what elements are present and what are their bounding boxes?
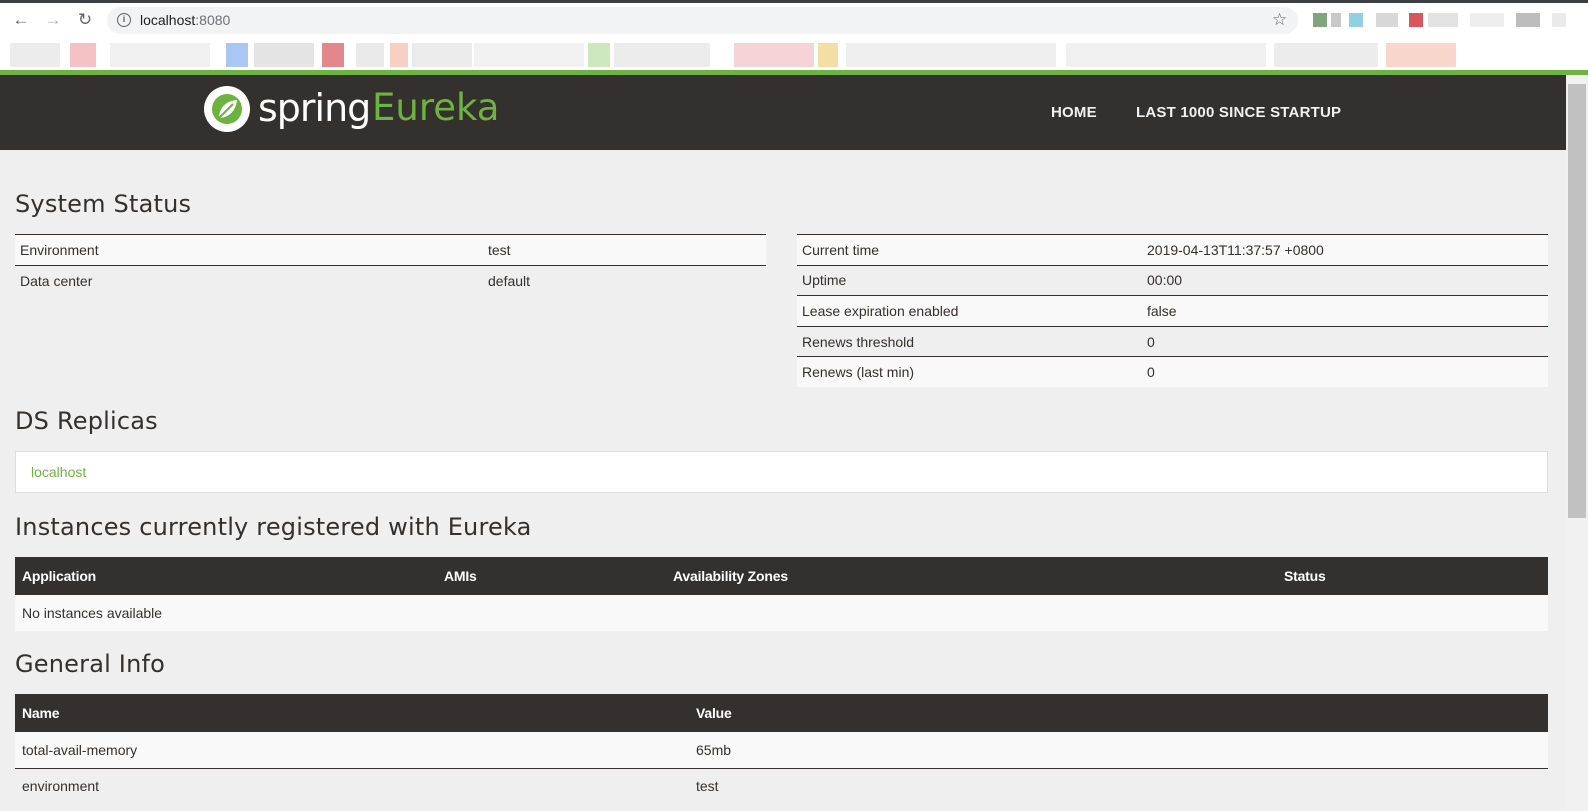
column-header-availability-zones: Availability Zones [666,557,1277,595]
info-name: environment [15,768,689,804]
general-info-heading: General Info [15,650,166,678]
extension-icon[interactable] [1409,13,1423,27]
table-header-row: Name Value [15,694,1548,732]
status-row: Uptime 00:00 [797,264,1548,296]
bookmark-item[interactable] [322,43,344,67]
url-port: :8080 [195,12,231,28]
brand-eureka[interactable]: Eureka [372,86,499,129]
bookmark-item[interactable] [1274,43,1378,67]
status-label: Renews (last min) [797,356,1142,388]
bookmark-item[interactable] [1066,43,1266,67]
table-row: total-avail-memory 65mb [15,732,1548,769]
bookmark-item[interactable] [412,43,472,67]
ds-replicas-list: localhost [15,451,1548,493]
table-header-row: Application AMIs Availability Zones Stat… [15,557,1548,595]
status-row: Environment test [15,234,766,266]
status-row: Renews (last min) 0 [797,356,1548,388]
status-label: Current time [797,234,1142,266]
column-header-value: Value [689,694,1548,732]
url-host: localhost [140,12,196,28]
extension-icon[interactable] [1349,13,1363,27]
extension-icon[interactable] [1331,13,1341,27]
scrollbar-thumb[interactable] [1568,84,1586,518]
extension-icon[interactable] [1428,13,1458,27]
status-label: Renews threshold [797,325,1142,357]
status-value: 2019-04-13T11:37:57 +0800 [1142,234,1548,266]
status-row: Lease expiration enabled false [797,295,1548,327]
extension-icon[interactable] [1470,13,1504,27]
browser-tab-strip [0,0,1588,3]
status-label: Data center [15,264,483,296]
bookmark-item[interactable] [10,43,60,67]
no-instances-text: No instances available [15,595,1548,631]
bookmark-item[interactable] [614,43,710,67]
general-info-table: Name Value total-avail-memory 65mb envir… [15,694,1548,804]
ds-replicas-heading: DS Replicas [15,407,158,435]
bookmark-item[interactable] [390,43,408,67]
back-arrow-icon[interactable]: ← [12,11,30,29]
menu-icon[interactable] [1516,13,1540,27]
bookmark-item[interactable] [818,43,838,67]
bookmark-star-icon[interactable]: ☆ [1272,10,1287,30]
bookmarks-bar [0,40,1588,70]
bookmark-item[interactable] [1386,43,1456,67]
bookmark-item[interactable] [356,43,384,67]
leaf-icon [212,94,242,124]
bookmark-item[interactable] [110,43,210,67]
url-text[interactable]: localhost:8080 [140,12,230,28]
extension-icon[interactable] [1376,13,1398,27]
status-label: Lease expiration enabled [797,295,1142,327]
column-header-status: Status [1277,557,1548,595]
extension-icon[interactable] [1313,13,1327,27]
nav-home-link[interactable]: HOME [1051,104,1097,121]
column-header-application: Application [15,557,437,595]
system-status-left-table: Environment test Data center default [15,234,766,296]
address-bar[interactable] [107,7,1298,34]
status-label: Environment [15,234,483,266]
forward-arrow-icon[interactable]: → [44,11,62,29]
instances-table: Application AMIs Availability Zones Stat… [15,557,1548,631]
bookmark-item[interactable] [254,43,314,67]
column-header-name: Name [15,694,689,732]
table-row: No instances available [15,595,1548,631]
bookmark-item[interactable] [734,43,814,67]
site-info-icon[interactable]: i [117,13,131,27]
status-row: Current time 2019-04-13T11:37:57 +0800 [797,234,1548,266]
status-value: test [483,234,766,266]
status-value: 00:00 [1142,264,1548,296]
brand-spring[interactable]: spring [258,86,371,130]
replica-link-localhost[interactable]: localhost [31,464,86,480]
bookmark-item[interactable] [70,43,96,67]
info-value: 65mb [689,732,1548,769]
status-row: Renews threshold 0 [797,325,1548,357]
instances-heading: Instances currently registered with Eure… [15,513,532,541]
reload-icon[interactable]: ↻ [76,11,94,29]
status-label: Uptime [797,264,1142,296]
table-row: environment test [15,768,1548,804]
status-value: default [483,264,766,296]
status-value: 0 [1142,325,1548,357]
bookmark-item[interactable] [474,43,584,67]
system-status-heading: System Status [15,190,192,218]
status-value: 0 [1142,356,1548,388]
extension-icon[interactable] [1552,13,1566,27]
info-value: test [689,768,1548,804]
status-value: false [1142,295,1548,327]
info-name: total-avail-memory [15,732,689,769]
status-row: Data center default [15,264,766,296]
bookmark-item[interactable] [846,43,1056,67]
bookmark-item[interactable] [588,43,610,67]
system-status-right-table: Current time 2019-04-13T11:37:57 +0800 U… [797,234,1548,388]
column-header-amis: AMIs [437,557,666,595]
nav-last-1000-link[interactable]: LAST 1000 SINCE STARTUP [1136,104,1341,121]
bookmark-item[interactable] [226,43,248,67]
